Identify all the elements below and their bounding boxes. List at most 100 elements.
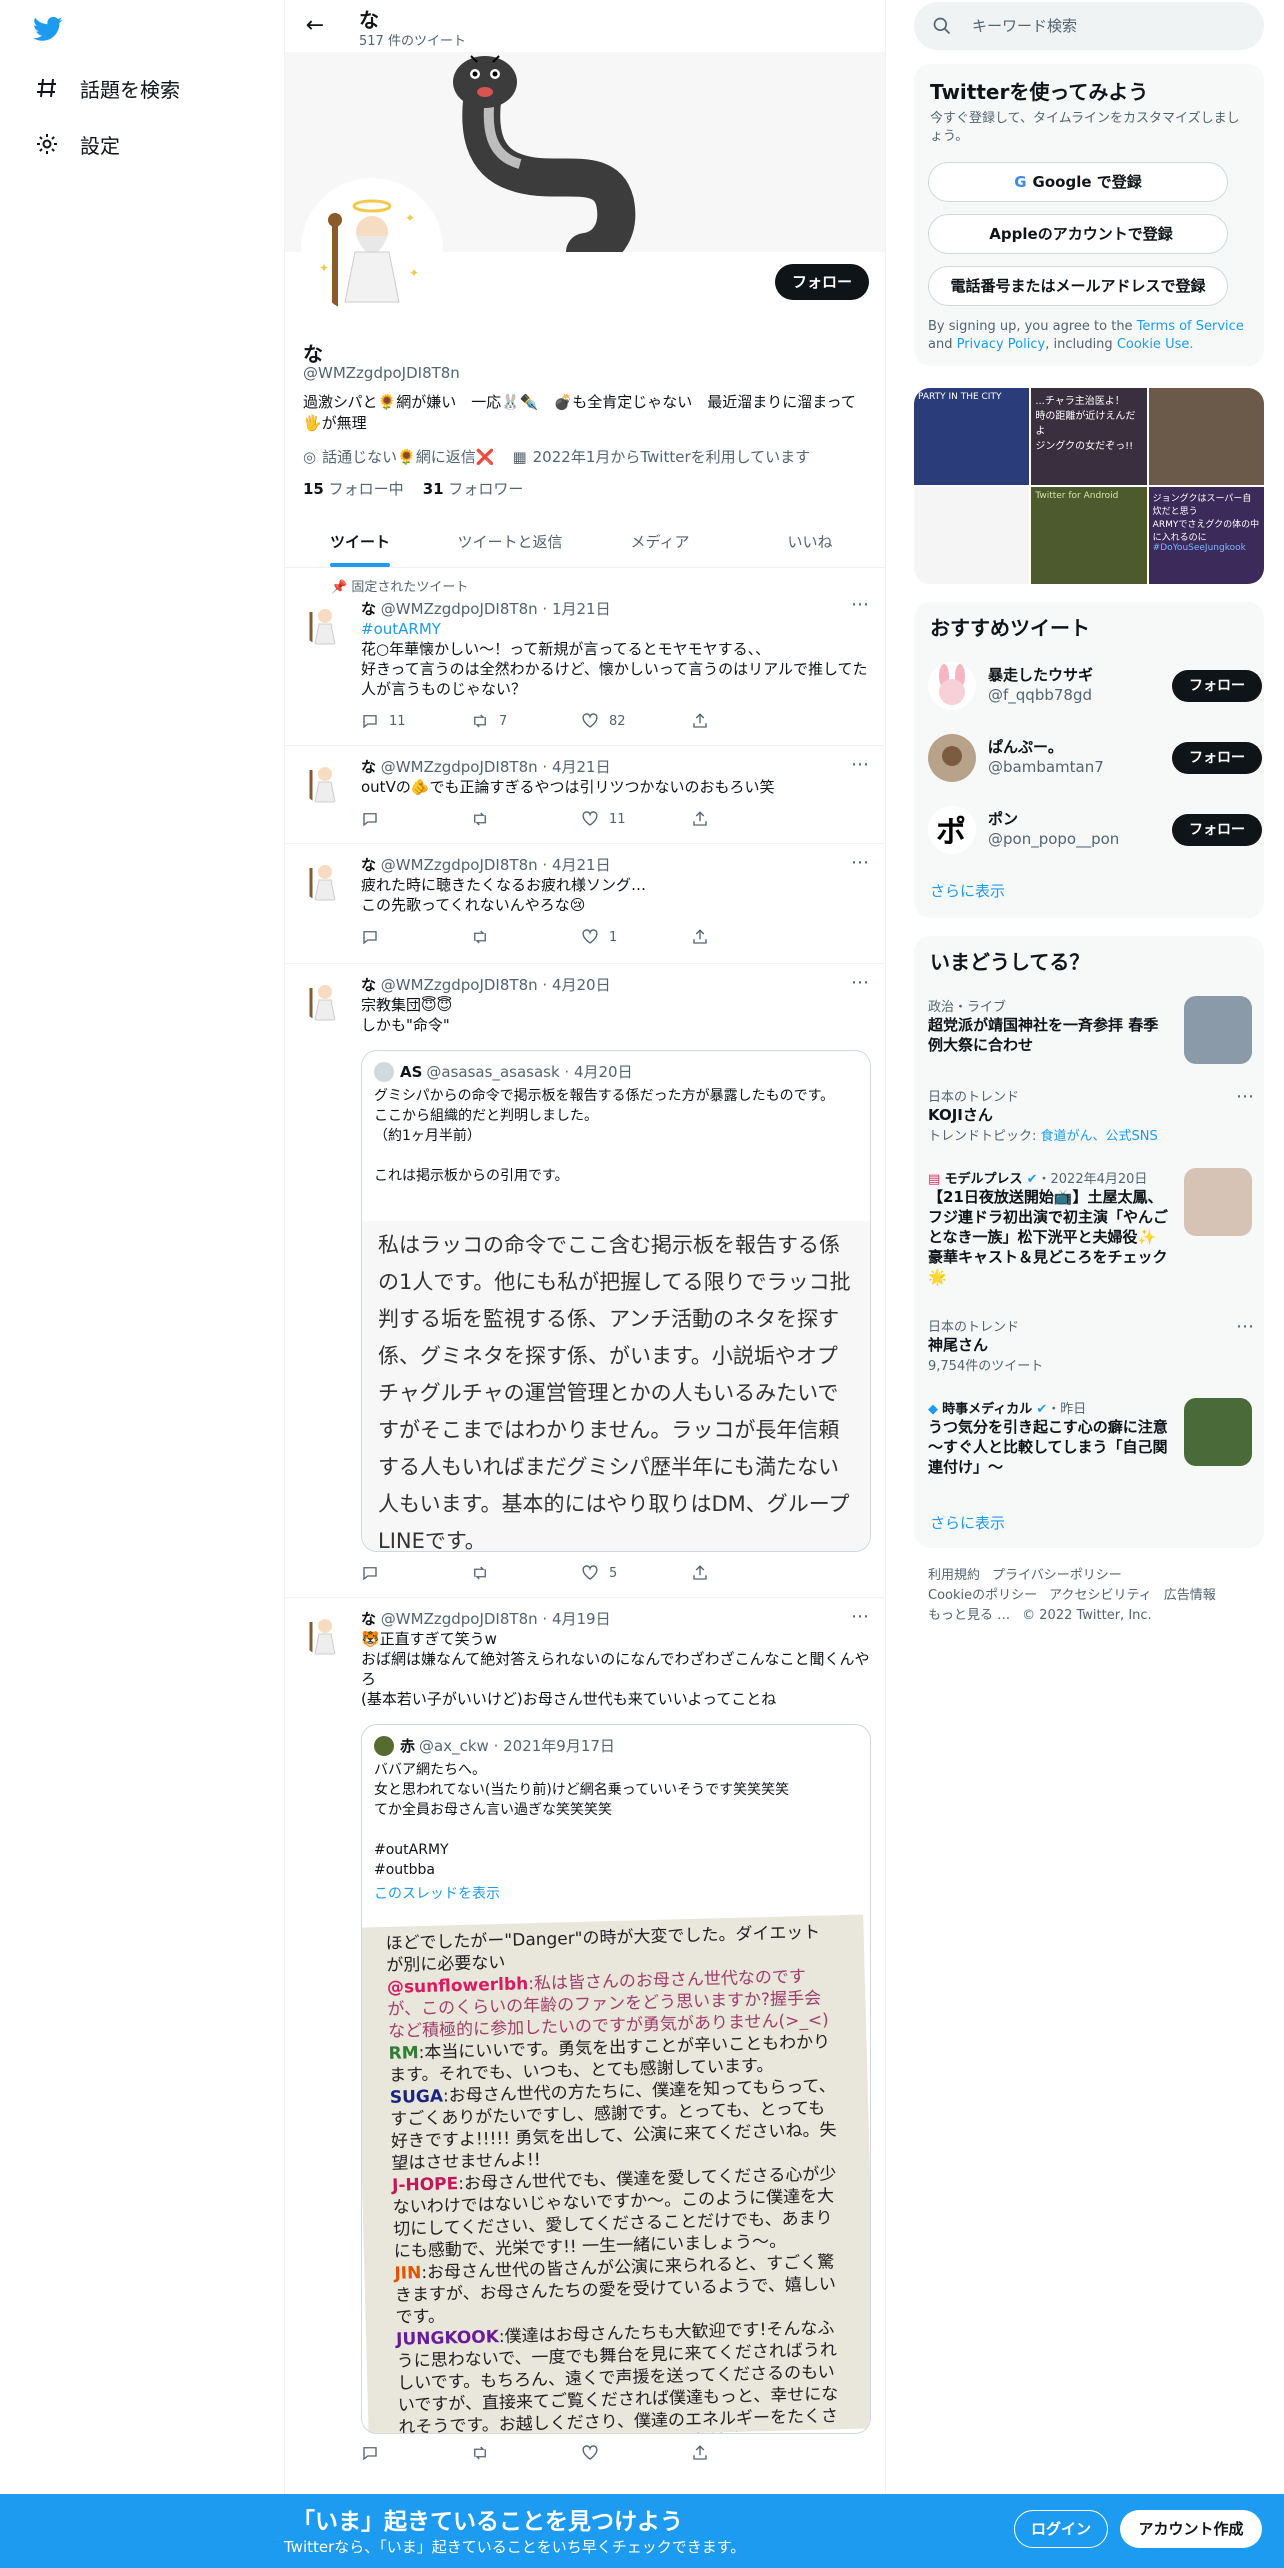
author-name[interactable]: な xyxy=(361,856,376,874)
hashtag-link[interactable]: #outARMY xyxy=(361,619,871,639)
show-more-link[interactable]: さらに表示 xyxy=(930,880,1005,901)
avatar[interactable] xyxy=(301,974,349,1022)
trend-item[interactable]: 日本のトレンド KOJIさん トレンドトピック: 食道がん、公式SNS ⋯ xyxy=(928,1086,1254,1144)
share-button[interactable] xyxy=(691,1564,801,1582)
tos-link[interactable]: Terms of Service xyxy=(1137,319,1244,334)
profile-avatar[interactable]: ✦ ✦ ✦ xyxy=(301,178,443,320)
footer-link[interactable]: Cookieのポリシー xyxy=(928,1588,1037,1603)
author-name[interactable]: な xyxy=(361,758,376,776)
avatar[interactable] xyxy=(301,756,349,804)
tweet-date[interactable]: 4月19日 xyxy=(552,1610,611,1628)
cookie-link[interactable]: Cookie Use. xyxy=(1117,337,1194,352)
author-handle[interactable]: @WMZzgdpoJDI8T8n xyxy=(381,856,538,874)
trend-item[interactable]: ▤ モデルプレス ✔・2022年4月20日 【21日夜放送開始📺】土屋太鳳、フジ… xyxy=(928,1168,1254,1287)
author-name[interactable]: な xyxy=(361,1610,376,1628)
like-button[interactable]: 1 xyxy=(581,928,691,946)
more-icon[interactable]: ⋯ xyxy=(1236,1086,1254,1107)
retweet-button[interactable] xyxy=(471,2444,581,2462)
tab-tweets[interactable]: ツイート xyxy=(285,516,435,567)
quote-image-magazine[interactable]: ほどでしたがー"Danger"の時が大変でした。ダイエットが別に必要ない @sun… xyxy=(362,1914,870,2433)
media-thumb[interactable] xyxy=(1148,388,1264,485)
avatar[interactable] xyxy=(301,598,349,646)
tweet[interactable]: ⋯ な @WMZzgdpoJDI8T8n · 4月21日 outVの🫵でも正論す… xyxy=(285,746,885,844)
media-thumb[interactable]: PARTY IN THE CITY xyxy=(914,388,1030,485)
login-button[interactable]: ログイン xyxy=(1014,2510,1108,2548)
follow-button[interactable]: フォロー xyxy=(1172,670,1262,702)
tweet[interactable]: ⋯ な @WMZzgdpoJDI8T8n · 4月20日 宗教集団😇😇 しかも"… xyxy=(285,964,885,1598)
phone-email-signup-button[interactable]: 電話番号またはメールアドレスで登録 xyxy=(928,266,1228,306)
trend-item[interactable]: ◆ 時事メディカル ✔・昨日 うつ気分を引き起こす心の癖に注意～すぐ人と比較して… xyxy=(928,1398,1254,1477)
tab-media[interactable]: メディア xyxy=(585,516,735,567)
trend-item[interactable]: 政治・ライブ 超党派が靖国神社を一斉参拝 春季例大祭に合わせ xyxy=(928,996,1254,1064)
follow-button[interactable]: フォロー xyxy=(1172,814,1262,846)
reply-button[interactable] xyxy=(361,2444,471,2462)
back-arrow-icon[interactable]: ← xyxy=(301,12,329,40)
twitter-logo-icon[interactable] xyxy=(30,14,66,44)
footer-link[interactable]: アクセシビリティ xyxy=(1049,1588,1152,1603)
share-button[interactable] xyxy=(691,712,801,730)
footer-link[interactable]: もっと見る … xyxy=(928,1608,1010,1623)
retweet-button[interactable] xyxy=(471,1564,581,1582)
avatar[interactable]: ポ xyxy=(928,806,976,854)
reply-button[interactable]: 11 xyxy=(361,712,471,730)
author-handle[interactable]: @WMZzgdpoJDI8T8n xyxy=(381,1610,538,1628)
quoted-tweet[interactable]: 赤 @ax_ckw · 2021年9月17日 ババア網たちへ。 女と思われてない(… xyxy=(361,1724,871,2434)
footer-link[interactable]: 利用規約 xyxy=(928,1568,980,1583)
tweet-date[interactable]: 4月21日 xyxy=(552,856,611,874)
media-thumb[interactable]: ジョングクはスーパー自炊だと思う ARMYでさえグクの体の中に入れるのに #DoYo… xyxy=(1148,487,1264,584)
avatar[interactable] xyxy=(928,662,976,710)
reply-button[interactable] xyxy=(361,1564,471,1582)
reply-button[interactable] xyxy=(361,928,471,946)
avatar[interactable] xyxy=(301,1608,349,1656)
tab-tweets-replies[interactable]: ツイートと返信 xyxy=(435,516,585,567)
trend-topic-links[interactable]: 食道がん、公式SNS xyxy=(1041,1129,1158,1144)
google-signup-button[interactable]: G Google で登録 xyxy=(928,162,1228,202)
tweet[interactable]: ⋯ な @WMZzgdpoJDI8T8n · 4月19日 🐯正直すぎて笑うw お… xyxy=(285,1598,885,2496)
media-thumb[interactable]: ...チャラ主治医よ！ 時の距離が近けえんだよ ジングクの女だぞっ!! xyxy=(1031,388,1147,485)
author-handle[interactable]: @WMZzgdpoJDI8T8n xyxy=(381,600,538,618)
followers-link[interactable]: 31 フォロワー xyxy=(423,480,524,498)
author-name[interactable]: な xyxy=(361,600,376,618)
like-button[interactable]: 5 xyxy=(581,1564,691,1582)
privacy-link[interactable]: Privacy Policy xyxy=(957,337,1046,352)
follow-button[interactable]: フォロー xyxy=(1172,742,1262,774)
nav-settings[interactable]: 設定 xyxy=(34,124,120,164)
retweet-button[interactable] xyxy=(471,810,581,828)
retweet-button[interactable]: 7 xyxy=(471,712,581,730)
quoted-tweet[interactable]: AS @asasas_asasask · 4月20日 グミシパからの命令で掲示板を… xyxy=(361,1050,871,1552)
retweet-button[interactable] xyxy=(471,928,581,946)
recommend-user[interactable]: 暴走したウサギ @f_qqbb78gd フォロー xyxy=(928,658,1262,714)
like-button[interactable] xyxy=(581,2444,691,2462)
show-thread-link[interactable]: このスレッドを表示 xyxy=(362,1884,870,1908)
search-input[interactable]: キーワード検索 xyxy=(914,2,1264,50)
follow-button[interactable]: フォロー xyxy=(775,264,869,300)
footer-link[interactable]: 広告情報 xyxy=(1164,1588,1216,1603)
signup-button[interactable]: アカウント作成 xyxy=(1120,2510,1262,2548)
tweet-pinned[interactable]: 📌 固定されたツイート ⋯ な @WMZzgdpoJDI8T8n · 1月21日… xyxy=(285,570,885,746)
like-button[interactable]: 82 xyxy=(581,712,691,730)
share-button[interactable] xyxy=(691,810,801,828)
tweet-date[interactable]: 4月20日 xyxy=(552,976,611,994)
more-icon[interactable]: ⋯ xyxy=(1236,1316,1254,1337)
quote-image-screenshot[interactable]: 私はラッコの命令でここ含む掲示板を報告する係の1人です。他にも私が把握してる限り… xyxy=(362,1221,870,1551)
tweet[interactable]: ⋯ な @WMZzgdpoJDI8T8n · 4月21日 疲れた時に聴きたくなる… xyxy=(285,844,885,964)
show-more-link[interactable]: さらに表示 xyxy=(930,1512,1005,1533)
media-thumb[interactable]: Twitter for Android xyxy=(1031,487,1147,584)
recommend-user[interactable]: ぱんぷー。 @bambamtan7 フォロー xyxy=(928,730,1262,786)
avatar[interactable] xyxy=(301,854,349,902)
media-thumb[interactable] xyxy=(914,487,1030,584)
author-name[interactable]: な xyxy=(361,976,376,994)
footer-link[interactable]: プライバシーポリシー xyxy=(992,1568,1122,1583)
tweet-date[interactable]: 1月21日 xyxy=(552,600,611,618)
author-handle[interactable]: @WMZzgdpoJDI8T8n xyxy=(381,976,538,994)
reply-button[interactable] xyxy=(361,810,471,828)
share-button[interactable] xyxy=(691,928,801,946)
nav-explore[interactable]: 話題を検索 xyxy=(34,68,180,108)
trend-item[interactable]: 日本のトレンド 神尾さん 9,754件のツイート ⋯ xyxy=(928,1316,1254,1374)
apple-signup-button[interactable]: Appleのアカウントで登録 xyxy=(928,214,1228,254)
tab-likes[interactable]: いいね xyxy=(735,516,885,567)
tweet-date[interactable]: 4月21日 xyxy=(552,758,611,776)
avatar[interactable] xyxy=(928,734,976,782)
share-button[interactable] xyxy=(691,2444,801,2462)
recommend-user[interactable]: ポ ポン @pon_popo__pon フォロー xyxy=(928,802,1262,858)
